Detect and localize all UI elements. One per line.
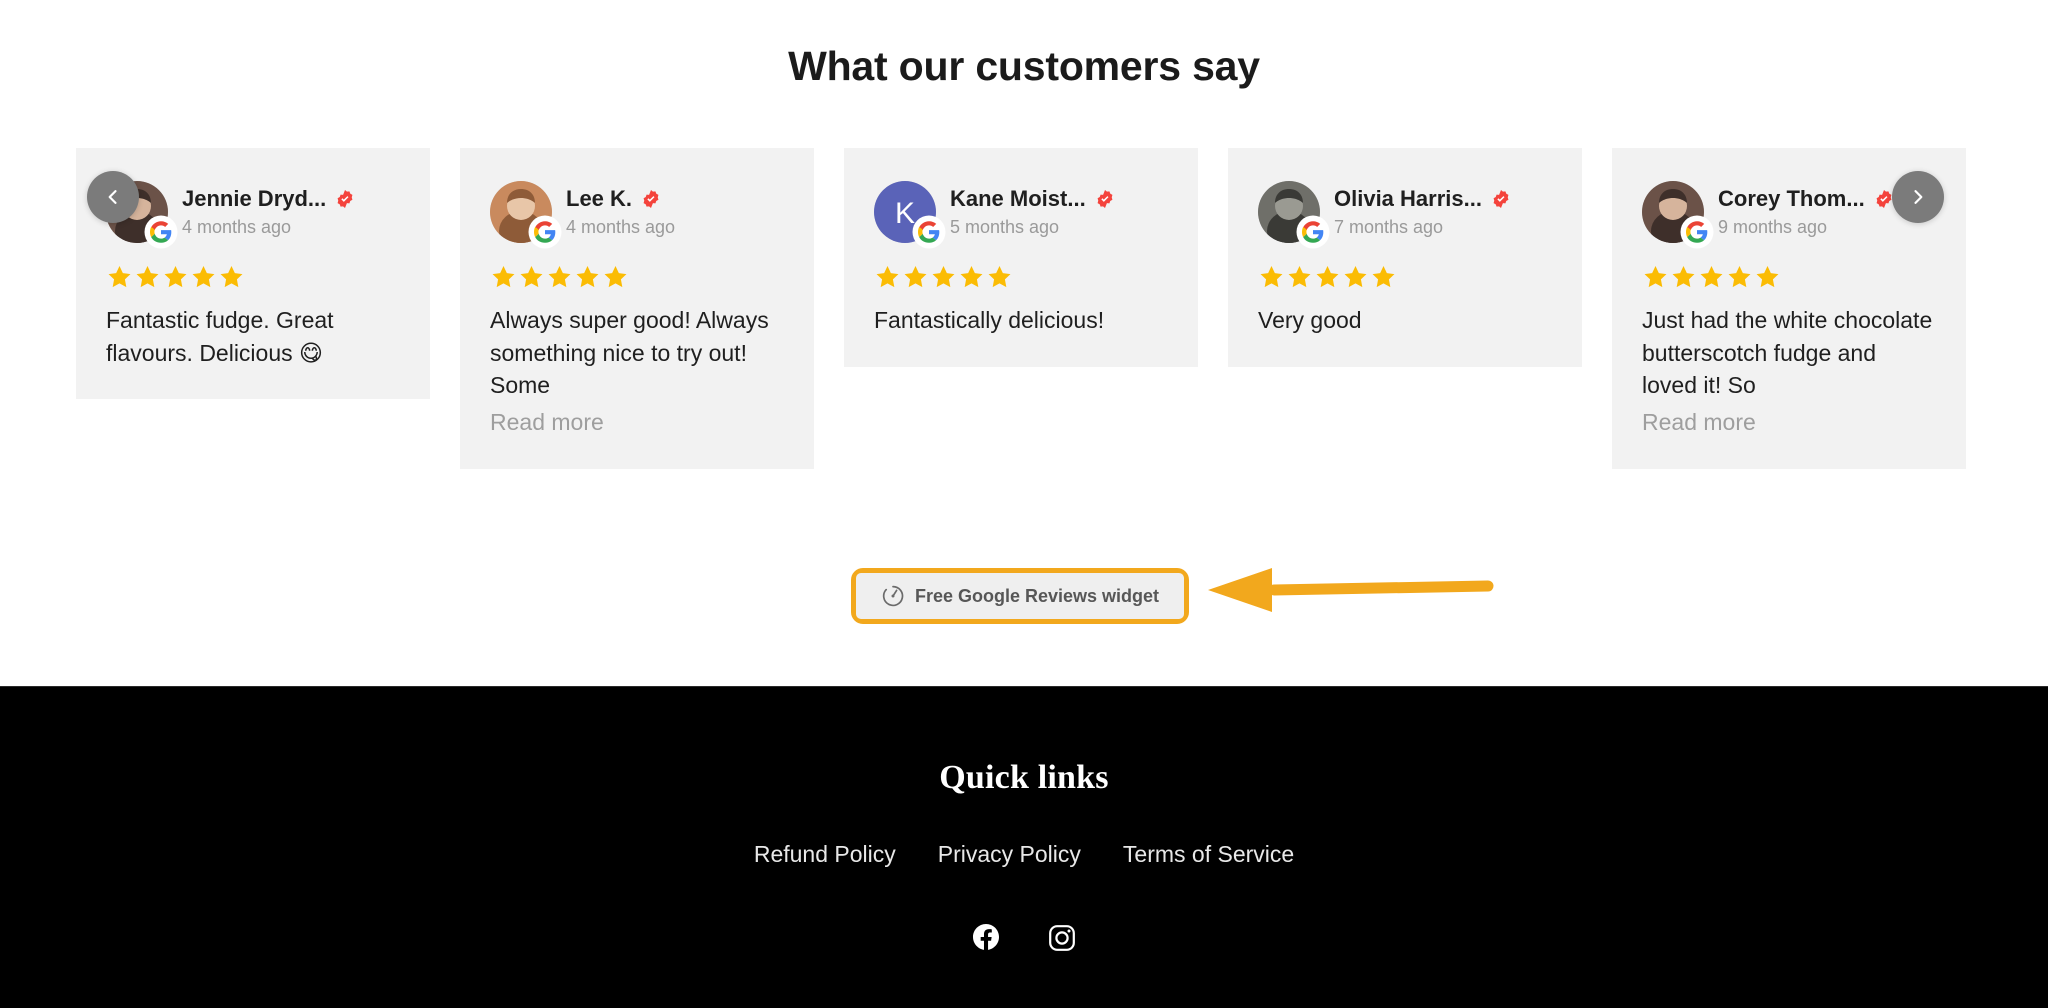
review-text: Fantastic fudge. Great flavours. Delicio… <box>106 307 334 366</box>
reviewer-name-row: Kane Moist... <box>950 185 1168 213</box>
google-icon <box>914 217 944 247</box>
reviewer-name: Corey Thom... <box>1718 186 1865 212</box>
google-icon <box>1298 217 1328 247</box>
facebook-icon[interactable] <box>970 922 1002 954</box>
verified-badge-icon <box>1491 189 1511 209</box>
review-card: Lee K. 4 months ago Always super good! Alw… <box>460 148 814 469</box>
site-footer: Quick links Refund Policy Privacy Policy T… <box>0 686 2048 1008</box>
review-time: 4 months ago <box>566 216 676 237</box>
verified-badge-icon <box>641 189 661 209</box>
reviewer-name: Olivia Harris... <box>1334 186 1482 212</box>
reviewer-name-row: Olivia Harris... <box>1334 185 1552 213</box>
reviews-page: What our customers say Jennie Dryd... 4 m… <box>0 0 2048 1008</box>
google-icon <box>146 217 176 247</box>
review-header: K Kane Moist... 5 months ago <box>874 180 1168 247</box>
google-icon <box>1682 217 1712 247</box>
carousel-prev-button[interactable] <box>87 171 139 223</box>
verified-badge-icon <box>1095 189 1115 209</box>
carousel-next-button[interactable] <box>1892 171 1944 223</box>
avatar: K <box>874 181 944 247</box>
review-header: Jennie Dryd... 4 months ago <box>106 180 400 247</box>
reviewer-name: Jennie Dryd... <box>182 186 327 212</box>
review-card: Olivia Harris... 7 months ago Very good <box>1228 148 1582 367</box>
chevron-right-icon <box>1908 187 1928 207</box>
chevron-left-icon <box>103 187 123 207</box>
review-text: Always super good! Always something nice… <box>490 307 769 399</box>
star-rating <box>1258 264 1552 290</box>
annotation-arrow-left <box>1196 562 1496 618</box>
verified-badge-icon <box>1874 189 1894 209</box>
reviewer-name: Kane Moist... <box>950 186 1086 212</box>
verified-badge-icon <box>335 189 355 209</box>
avatar <box>1642 181 1712 247</box>
footer-link[interactable]: Privacy Policy <box>938 841 1081 868</box>
review-text: Very good <box>1258 307 1362 333</box>
footer-link[interactable]: Terms of Service <box>1123 841 1294 868</box>
footer-link[interactable]: Refund Policy <box>754 841 896 868</box>
review-text: Just had the white chocolate butterscotc… <box>1642 307 1933 399</box>
reviewer-name-row: Lee K. <box>566 185 784 213</box>
widget-badge-label: Free Google Reviews widget <box>914 585 1160 606</box>
reviews-track: Jennie Dryd... 4 months ago Fantastic fudg… <box>76 148 1966 469</box>
page-title: What our customers say <box>788 43 1260 89</box>
reviewer-name: Lee K. <box>566 186 633 212</box>
footer-links: Refund Policy Privacy Policy Terms of Serv… <box>0 841 2048 868</box>
review-time: 4 months ago <box>182 216 292 237</box>
review-card: K Kane Moist... 5 months ago Fantastically … <box>844 148 1198 367</box>
review-time: 7 months ago <box>1334 216 1444 237</box>
star-rating <box>1642 264 1936 290</box>
review-text: Fantastically delicious! <box>874 307 1105 333</box>
review-meta: Lee K. 4 months ago <box>566 185 784 239</box>
avatar <box>490 181 560 247</box>
read-more-link[interactable]: Read more <box>1642 406 1936 439</box>
avatar <box>1258 181 1328 247</box>
review-header: Olivia Harris... 7 months ago <box>1258 180 1552 247</box>
review-meta: Jennie Dryd... 4 months ago <box>182 185 400 239</box>
review-meta: Kane Moist... 5 months ago <box>950 185 1168 239</box>
social-links <box>0 922 2048 954</box>
widget-badge-highlight: Free Google Reviews widget <box>851 568 1189 624</box>
review-time: 5 months ago <box>950 216 1060 237</box>
google-icon <box>530 217 560 247</box>
svg-text:K: K <box>895 197 915 230</box>
star-rating <box>490 264 784 290</box>
reviewer-name-row: Jennie Dryd... <box>182 185 400 213</box>
free-google-reviews-widget-button[interactable]: Free Google Reviews widget <box>856 573 1184 619</box>
read-more-link[interactable]: Read more <box>490 406 784 439</box>
star-rating <box>106 264 400 290</box>
elfsight-spinner-icon <box>881 584 905 608</box>
star-rating <box>874 264 1168 290</box>
instagram-icon[interactable] <box>1046 922 1078 954</box>
footer-title: Quick links <box>939 759 1109 796</box>
review-header: Lee K. 4 months ago <box>490 180 784 247</box>
review-meta: Olivia Harris... 7 months ago <box>1334 185 1552 239</box>
reviews-carousel: Jennie Dryd... 4 months ago Fantastic fudg… <box>0 148 2048 538</box>
